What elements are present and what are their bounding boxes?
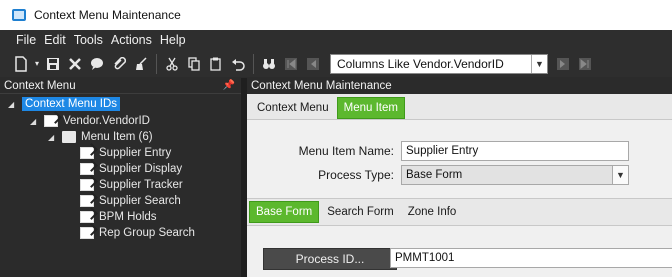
process-type-value: Base Form — [406, 169, 463, 181]
toolbar-separator — [156, 53, 157, 74]
menu-help[interactable]: Help — [160, 33, 186, 47]
tree-item[interactable]: Rep Group Search — [80, 225, 195, 241]
copy-icon[interactable] — [183, 53, 205, 75]
app-icon — [12, 9, 26, 21]
toolbar: ▾ Columns Like Vendor.VendorID ▼ — [0, 50, 672, 77]
new-icon[interactable] — [10, 53, 32, 75]
comment-icon[interactable] — [86, 53, 108, 75]
tree-item[interactable]: Supplier Tracker — [80, 177, 183, 193]
main-tabs: Context Menu Menu Item — [247, 94, 672, 120]
menu-item-name-field[interactable]: Supplier Entry — [401, 141, 629, 161]
menu-tools[interactable]: Tools — [74, 33, 103, 47]
panel-title: Context Menu Maintenance — [251, 80, 392, 92]
title-bar: Context Menu Maintenance — [0, 0, 672, 30]
search-combo[interactable]: Columns Like Vendor.VendorID ▼ — [330, 53, 548, 74]
process-type-label: Process Type: — [318, 168, 394, 182]
window-title: Context Menu Maintenance — [34, 8, 181, 22]
document-icon — [80, 179, 94, 191]
tab-context-menu[interactable]: Context Menu — [251, 97, 335, 119]
tab-menu-item[interactable]: Menu Item — [336, 97, 405, 119]
last-record-icon[interactable] — [574, 53, 596, 75]
search-combo-value: Columns Like Vendor.VendorID — [337, 56, 504, 71]
document-icon — [80, 227, 94, 239]
next-record-icon[interactable] — [552, 53, 574, 75]
tree-root[interactable]: ◢ Context Menu IDs — [8, 96, 121, 112]
menu-file[interactable]: File — [16, 33, 36, 47]
new-dropdown-icon[interactable]: ▾ — [32, 53, 42, 75]
context-menu-panel: Context Menu 📌 ◢ Context Menu IDs ◢ Vend… — [0, 78, 241, 277]
delete-icon[interactable] — [64, 53, 86, 75]
menu-edit[interactable]: Edit — [44, 33, 66, 47]
panel-header: Context Menu 📌 — [0, 78, 241, 94]
process-id-field[interactable]: PMMT1001 — [390, 248, 672, 268]
tree-folder-menu-item[interactable]: ◢ Menu Item (6) — [48, 129, 153, 145]
collapse-icon[interactable]: ◢ — [30, 117, 40, 126]
maintenance-panel: Context Menu Maintenance Context Menu Me… — [247, 78, 672, 277]
previous-record-icon[interactable] — [302, 53, 324, 75]
tree-root-label: Context Menu IDs — [22, 97, 121, 111]
document-icon — [80, 163, 94, 175]
tab-base-form[interactable]: Base Form — [249, 201, 320, 223]
paste-icon[interactable] — [205, 53, 227, 75]
tree-node-vendor[interactable]: ◢ Vendor.VendorID — [30, 113, 150, 129]
tree-item[interactable]: Supplier Search — [80, 193, 181, 209]
save-icon[interactable] — [42, 53, 64, 75]
cut-icon[interactable] — [161, 53, 183, 75]
panel-title: Context Menu — [4, 79, 76, 92]
binoculars-icon[interactable] — [258, 53, 280, 75]
document-icon — [80, 211, 94, 223]
tab-zone-info[interactable]: Zone Info — [402, 201, 463, 223]
menu-item-form: Menu Item Name: Supplier Entry Process T… — [247, 120, 672, 198]
chevron-down-icon[interactable]: ▼ — [612, 166, 628, 184]
panel-header: Context Menu Maintenance — [247, 78, 672, 94]
chevron-down-icon[interactable]: ▼ — [531, 54, 547, 73]
folder-icon — [62, 131, 76, 143]
menu-actions[interactable]: Actions — [111, 33, 152, 47]
process-id-button[interactable]: Process ID... — [263, 248, 397, 270]
collapse-icon[interactable]: ◢ — [8, 100, 18, 109]
toolbar-separator — [253, 53, 254, 74]
process-row: Process ID... PMMT1001 — [247, 226, 672, 277]
first-record-icon[interactable] — [280, 53, 302, 75]
menu-bar: File Edit Tools Actions Help — [0, 30, 672, 50]
document-icon — [44, 115, 58, 127]
clear-broom-icon[interactable] — [130, 53, 152, 75]
paperclip-icon[interactable] — [108, 53, 130, 75]
tree-item[interactable]: Supplier Entry — [80, 145, 171, 161]
menu-item-name-label: Menu Item Name: — [298, 144, 394, 158]
process-type-select[interactable]: Base Form ▼ — [401, 165, 629, 185]
tab-search-form[interactable]: Search Form — [321, 201, 399, 223]
document-icon — [80, 147, 94, 159]
collapse-icon[interactable]: ◢ — [48, 133, 58, 142]
sub-tabs: Base Form Search Form Zone Info — [247, 198, 672, 226]
document-icon — [80, 195, 94, 207]
tree-item[interactable]: Supplier Display — [80, 161, 182, 177]
pin-icon[interactable]: 📌 — [223, 80, 235, 91]
undo-icon[interactable] — [227, 53, 249, 75]
